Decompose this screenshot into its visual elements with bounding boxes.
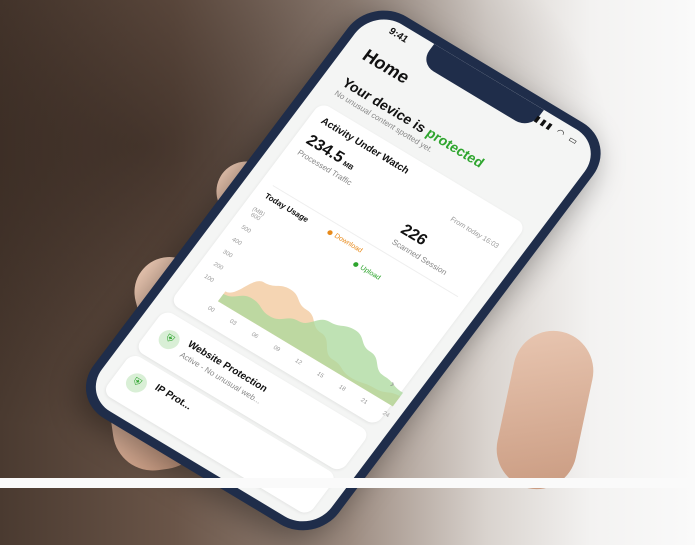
x-tick-label: 06 <box>250 332 260 341</box>
y-tick-label: 100 <box>203 274 216 284</box>
shield-icon: ⛨ <box>121 369 152 397</box>
y-tick-label: 500 <box>240 225 253 235</box>
x-tick-label: 18 <box>337 384 347 393</box>
legend-download-dot <box>326 229 334 236</box>
x-tick-label: 24 <box>381 411 391 420</box>
x-tick-label: 15 <box>315 371 325 380</box>
notch <box>419 43 544 130</box>
shield-icon: ⛨ <box>154 326 184 353</box>
page-title: Home <box>358 45 414 88</box>
x-tick-label: 03 <box>228 319 238 328</box>
since-label: From today 16:03 <box>448 216 500 250</box>
x-tick-label: 12 <box>293 358 303 367</box>
bottom-edge <box>0 478 695 488</box>
row-title: IP Prot... <box>152 382 194 413</box>
x-tick-label: 00 <box>206 306 216 315</box>
y-tick-label: 200 <box>212 262 225 272</box>
y-tick-label: 400 <box>230 237 243 247</box>
x-tick-label: 09 <box>272 345 282 354</box>
traffic-unit: MB <box>340 160 355 172</box>
y-tick-label: 300 <box>221 249 234 259</box>
status-time: 9:41 <box>386 26 411 46</box>
x-tick-label: 21 <box>359 398 369 407</box>
